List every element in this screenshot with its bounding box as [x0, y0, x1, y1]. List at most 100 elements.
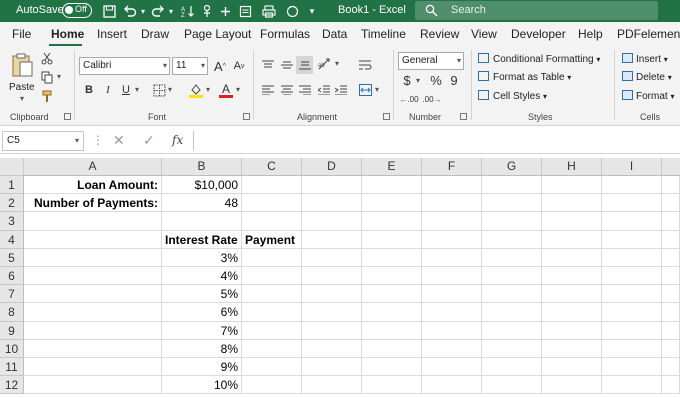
row-header-4[interactable]: 4 [0, 230, 24, 249]
grow-font-icon[interactable]: A ^ [212, 57, 228, 75]
cell-b7[interactable]: 5% [162, 285, 242, 304]
cell-b9[interactable]: 7% [162, 321, 242, 340]
cell-c9[interactable] [242, 321, 302, 340]
column-header-h[interactable]: H [542, 158, 602, 176]
cell-a1[interactable]: Loan Amount: [24, 176, 162, 195]
tab-developer[interactable]: Developer [511, 27, 566, 41]
row-header-7[interactable]: 7 [0, 285, 24, 304]
cell-j3[interactable] [662, 212, 680, 231]
row-header-11[interactable]: 11 [0, 358, 24, 377]
number-format-combo[interactable]: General ▾ [398, 52, 464, 70]
cell-h7[interactable] [542, 285, 602, 304]
copy-dropdown-icon[interactable]: ▾ [57, 72, 61, 81]
cell-f1[interactable] [422, 176, 482, 195]
cell-a6[interactable] [24, 267, 162, 286]
format-cells-button[interactable]: Format ▾ [622, 90, 674, 102]
cell-j7[interactable] [662, 285, 680, 304]
save-icon[interactable] [100, 2, 118, 20]
cell-d4[interactable] [302, 230, 362, 249]
cell-e7[interactable] [362, 285, 422, 304]
tab-page-layout[interactable]: Page Layout [184, 27, 251, 41]
cell-c1[interactable] [242, 176, 302, 195]
font-color-icon[interactable]: A [218, 81, 234, 99]
cell-e12[interactable] [362, 376, 422, 395]
cell-d8[interactable] [302, 303, 362, 322]
cell-i8[interactable] [602, 303, 662, 322]
row-header-1[interactable]: 1 [0, 176, 24, 195]
row-header-12[interactable]: 12 [0, 376, 24, 395]
cell-a12[interactable] [24, 376, 162, 395]
number-launcher-icon[interactable] [460, 113, 467, 120]
cell-i2[interactable] [602, 194, 662, 213]
fill-color-icon[interactable] [188, 81, 204, 99]
tab-data[interactable]: Data [322, 27, 347, 41]
font-size-combo[interactable]: 11 ▾ [172, 57, 208, 75]
cell-e4[interactable] [362, 230, 422, 249]
decrease-decimal-icon[interactable]: .00 → [421, 92, 443, 106]
cell-j5[interactable] [662, 248, 680, 267]
cell-j6[interactable] [662, 267, 680, 286]
cell-c11[interactable] [242, 358, 302, 377]
underline-dropdown-icon[interactable]: ▾ [135, 85, 139, 94]
cell-g5[interactable] [482, 248, 542, 267]
undo-icon[interactable] [122, 2, 138, 20]
cell-e10[interactable] [362, 339, 422, 358]
font-launcher-icon[interactable] [243, 113, 250, 120]
cell-f11[interactable] [422, 358, 482, 377]
cell-a3[interactable] [24, 212, 162, 231]
cell-d1[interactable] [302, 176, 362, 195]
borders-icon[interactable] [151, 82, 167, 98]
cell-f5[interactable] [422, 248, 482, 267]
cell-i5[interactable] [602, 248, 662, 267]
paste-icon[interactable] [8, 51, 36, 79]
tab-home[interactable]: Home [51, 27, 84, 41]
cell-h6[interactable] [542, 267, 602, 286]
cell-d6[interactable] [302, 267, 362, 286]
increase-decimal-icon[interactable]: ← .00 [399, 92, 419, 106]
cell-c3[interactable] [242, 212, 302, 231]
increase-indent-icon[interactable] [333, 83, 348, 97]
cut-icon[interactable] [40, 51, 54, 65]
cell-b1[interactable]: $10,000 [162, 176, 242, 195]
row-header-9[interactable]: 9 [0, 321, 24, 340]
comma-button[interactable]: 9 [447, 72, 461, 88]
cancel-icon[interactable]: ✕ [113, 132, 125, 149]
cell-c2[interactable] [242, 194, 302, 213]
cell-b5[interactable]: 3% [162, 248, 242, 267]
wrap-text-icon[interactable] [357, 57, 373, 73]
shrink-font-icon[interactable]: Av [231, 57, 247, 75]
orientation-dropdown-icon[interactable]: ▾ [335, 59, 339, 68]
cell-h3[interactable] [542, 212, 602, 231]
align-left-icon[interactable] [260, 83, 275, 97]
cell-g4[interactable] [482, 230, 542, 249]
cell-j10[interactable] [662, 339, 680, 358]
tab-file[interactable]: File [12, 27, 31, 41]
currency-button[interactable]: $ [400, 72, 414, 88]
circle-icon[interactable] [284, 2, 300, 20]
tab-insert[interactable]: Insert [97, 27, 127, 41]
cell-h10[interactable] [542, 339, 602, 358]
cell-c5[interactable] [242, 248, 302, 267]
italic-button[interactable]: I [101, 82, 115, 98]
more-commands-icon[interactable]: ▾ [306, 2, 318, 20]
formula-bar-grip-icon[interactable]: ⋮ [92, 133, 104, 147]
cell-d3[interactable] [302, 212, 362, 231]
cell-g9[interactable] [482, 321, 542, 340]
cell-h2[interactable] [542, 194, 602, 213]
cell-f2[interactable] [422, 194, 482, 213]
redo-icon[interactable] [150, 2, 166, 20]
cell-b2[interactable]: 48 [162, 194, 242, 213]
cell-i4[interactable] [602, 230, 662, 249]
cell-h12[interactable] [542, 376, 602, 395]
sort-icon[interactable]: AZ [180, 2, 196, 20]
cell-b4[interactable]: Interest Rate [162, 230, 242, 249]
column-header-e[interactable]: E [362, 158, 422, 176]
cell-c7[interactable] [242, 285, 302, 304]
merge-dropdown-icon[interactable]: ▾ [375, 85, 379, 94]
cell-g6[interactable] [482, 267, 542, 286]
cell-g7[interactable] [482, 285, 542, 304]
cell-f10[interactable] [422, 339, 482, 358]
bottom-align-icon[interactable] [296, 56, 313, 74]
cell-c12[interactable] [242, 376, 302, 395]
touch-mode-icon[interactable] [198, 2, 216, 20]
